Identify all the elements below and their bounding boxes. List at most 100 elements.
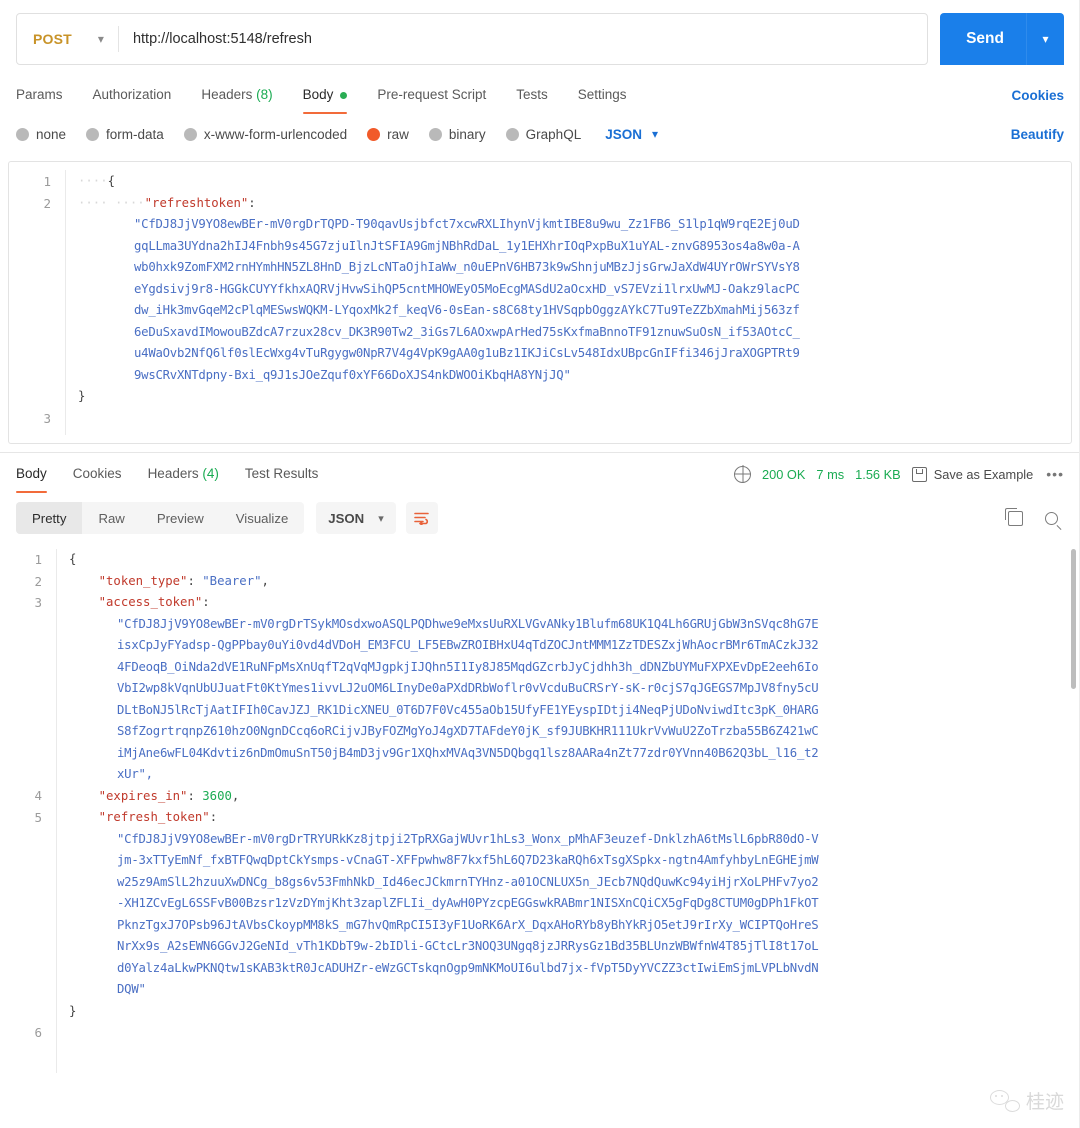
send-group: Send ▾ [940, 13, 1064, 70]
view-mode-preview[interactable]: Preview [141, 502, 220, 534]
tab-pre-request-script[interactable]: Pre-request Script [377, 76, 486, 114]
response-time: 7 ms [816, 466, 845, 482]
radio-icon [86, 127, 100, 141]
radio-icon [505, 127, 519, 141]
request-gutter: 1 2 3 [9, 162, 65, 443]
send-options-caret-icon[interactable]: ▾ [1026, 13, 1064, 65]
cookies-link[interactable]: Cookies [1011, 88, 1064, 103]
refresh-token-line: DQW" [117, 982, 146, 996]
radio-icon [183, 127, 197, 141]
access-token-line: 4FDeoqB_OiNda2dVE1RuNFpMsXnUqfT2qVqMJgpk… [117, 659, 819, 674]
response-tab-test-results[interactable]: Test Results [245, 455, 319, 493]
refresh-token-line: w25z9AmSlL2hzuuXwDNCg_b8gs6v53FmhNkD_Id4… [117, 874, 819, 889]
comma: , [261, 573, 269, 588]
body-type-urlencoded[interactable]: x-www-form-urlencoded [183, 127, 347, 142]
tab-authorization[interactable]: Authorization [93, 76, 172, 114]
open-brace: { [107, 174, 116, 188]
http-method-label: POST [33, 31, 72, 47]
line-number: 6 [34, 1024, 42, 1040]
headers-count: (8) [256, 87, 273, 102]
url-box: POST ▾ [16, 13, 929, 65]
indent-guides: ···· [78, 174, 108, 188]
refresh-token-line: -XH1ZCvEgL6SSFvB00Bzsr1zVzDYmjKht3zaplZF… [117, 896, 819, 910]
line-number: 1 [43, 174, 51, 189]
body-type-binary[interactable]: binary [428, 127, 486, 142]
response-tab-headers[interactable]: Headers (4) [148, 455, 219, 493]
request-code-content[interactable]: ····{ ···· ····"refreshtoken": "CfDJ8JjV… [66, 162, 1071, 443]
url-input[interactable] [118, 14, 928, 64]
access-token-line: "CfDJ8JjV9YO8ewBEr-mV0rgDrTSykMOsdxwoASQ… [117, 616, 819, 631]
token-type-value: "Bearer" [202, 573, 262, 588]
copy-icon[interactable] [1005, 507, 1023, 526]
tab-tests[interactable]: Tests [516, 76, 548, 114]
response-tabs: Body Cookies Headers (4) Test Results 20… [0, 453, 1080, 495]
bubble-small [1004, 1099, 1020, 1112]
access-token-line: S8fZogrtrqnpZ610hzO0NgnDCcq6oRCijvJByFOZ… [117, 724, 819, 738]
body-type-none[interactable]: none [16, 127, 66, 142]
body-type-graphql-label: GraphQL [525, 126, 582, 142]
response-code-content[interactable]: { "token_type": "Bearer", "access_token"… [57, 541, 1080, 1081]
search-icon[interactable] [1045, 511, 1058, 525]
response-tab-test-results-label: Test Results [244, 466, 319, 481]
tab-body-label: Body [302, 87, 334, 102]
request-body-editor[interactable]: 1 2 3 ····{ ···· ····"refreshtoken": "Cf… [8, 161, 1072, 444]
comma: , [231, 788, 240, 803]
view-mode-raw[interactable]: Raw [82, 502, 140, 534]
http-method-selector[interactable]: POST ▾ [17, 14, 118, 64]
wrap-lines-button[interactable] [405, 502, 438, 534]
response-tab-cookies[interactable]: Cookies [73, 455, 122, 493]
close-brace: } [78, 389, 86, 403]
body-type-row: none form-data x-www-form-urlencoded raw… [0, 116, 1080, 152]
expires-in-value: 3600 [202, 788, 232, 803]
colon: : [187, 573, 203, 588]
tab-headers[interactable]: Headers (8) [201, 76, 272, 114]
line-number: 2 [43, 195, 51, 211]
request-token-line: 6eDuSxavdIMowouBZdcA7rzux28cv_DK3R90Tw2_… [134, 324, 800, 339]
response-headers-count: (4) [202, 466, 219, 481]
request-format-selector[interactable]: JSON ▾ [605, 127, 658, 142]
eye-left [994, 1094, 997, 1097]
response-format-label: JSON [328, 510, 365, 526]
body-type-raw-label: raw [387, 126, 409, 142]
body-type-form-data[interactable]: form-data [86, 127, 164, 142]
request-token-line: wb0hxk9ZomFXM2rnHYmhHN5ZL8HnD_BjzLcNTaOj… [134, 260, 800, 274]
response-meta: 200 OK 7 ms 1.56 KB Save as Example ••• [734, 465, 1064, 483]
line-number: 5 [34, 809, 42, 825]
line-number: 1 [34, 552, 42, 567]
response-body-editor[interactable]: 1 2 3 4 5 6 { "token_type": "Bearer", "a… [0, 541, 1080, 1081]
access-token-line: VbI2wp8kVqnUbUJuatFt0KtYmes1ivvLJ2uOM6LI… [117, 681, 819, 695]
watermark-text: 桂迹 [1025, 1091, 1064, 1113]
line-number: 3 [43, 410, 51, 426]
response-size: 1.56 KB [855, 466, 901, 482]
tab-headers-label: Headers [201, 87, 253, 102]
response-tab-body-label: Body [16, 466, 47, 481]
send-button[interactable]: Send [940, 13, 1026, 65]
save-as-example-button[interactable]: Save as Example [911, 466, 1033, 482]
tab-settings-label: Settings [577, 87, 627, 102]
colon: : [187, 788, 203, 803]
response-tab-headers-label: Headers [147, 466, 199, 481]
beautify-button[interactable]: Beautify [1011, 127, 1064, 142]
tab-settings[interactable]: Settings [578, 76, 627, 114]
body-type-raw[interactable]: raw [367, 127, 409, 142]
line-number: 3 [34, 595, 42, 610]
tab-body[interactable]: Body [302, 76, 348, 114]
body-type-graphql[interactable]: GraphQL [505, 126, 582, 142]
more-options-icon[interactable]: ••• [1044, 466, 1064, 482]
response-tab-body[interactable]: Body [16, 455, 47, 493]
view-mode-pretty[interactable]: Pretty [16, 502, 83, 534]
wechat-logo-icon [989, 1089, 1020, 1112]
expires-in-key: "expires_in" [98, 788, 188, 803]
refresh-token-line: "CfDJ8JjV9YO8ewBEr-mV0rgDrTRYURkKz8jtpji… [117, 831, 819, 846]
refreshtoken-key: "refreshtoken" [144, 195, 249, 210]
view-mode-visualize[interactable]: Visualize [220, 502, 305, 534]
vertical-scrollbar[interactable] [1071, 549, 1076, 689]
close-brace: } [69, 1003, 77, 1018]
tab-params[interactable]: Params [16, 76, 63, 114]
tab-pre-request-script-label: Pre-request Script [377, 87, 487, 102]
response-format-selector[interactable]: JSON ▾ [316, 502, 396, 534]
open-brace: { [69, 552, 77, 566]
colon: : [248, 195, 256, 210]
chevron-down-icon: ▾ [378, 512, 384, 525]
